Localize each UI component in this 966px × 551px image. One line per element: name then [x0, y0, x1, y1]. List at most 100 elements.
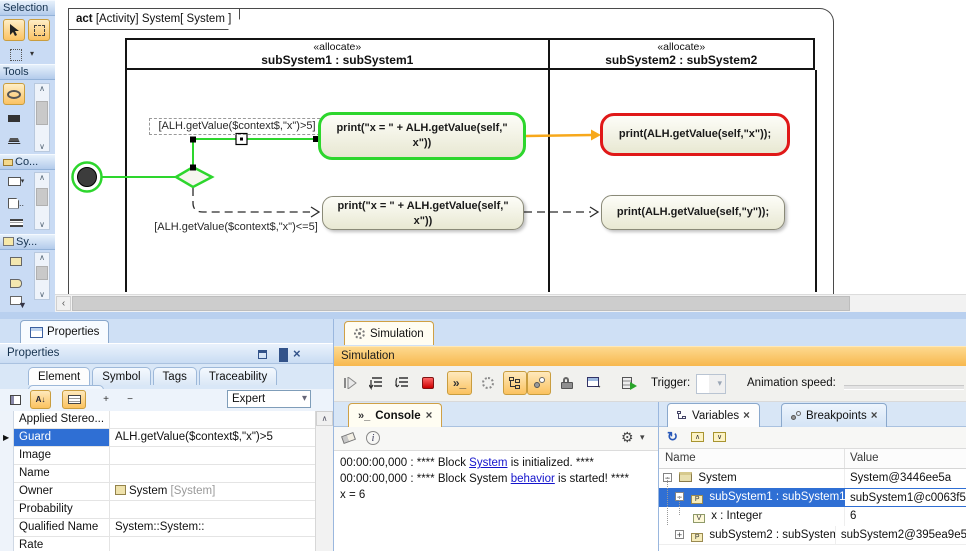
property-row-owner[interactable]: Owner System [System]	[14, 483, 315, 501]
property-row-probability[interactable]: Probability	[14, 501, 315, 519]
stamp-tool-button[interactable]	[3, 107, 25, 129]
action-print-getvalue-x-breakpoint[interactable]: print(ALH.getValue(self,"x"));	[600, 113, 790, 156]
marquee-tool-button[interactable]	[28, 19, 50, 41]
simulation-window-tab[interactable]: Simulation	[344, 321, 434, 345]
variables-pane-button[interactable]	[503, 371, 527, 395]
palette-overflow-button[interactable]: ▼	[18, 300, 27, 310]
text-tool-button[interactable]	[3, 216, 29, 230]
tree-row-system[interactable]: − System System@3446ee5a	[659, 469, 966, 488]
simulation-options-button[interactable]	[476, 371, 499, 395]
edge-decision-to-action2[interactable]	[193, 188, 310, 212]
action-print-x-alt[interactable]: print("x = " + ALH.getValue(self," x"))	[322, 196, 524, 230]
hscroll-thumb[interactable]	[72, 296, 850, 311]
tab-tags[interactable]: Tags	[153, 367, 197, 385]
panel-splitter[interactable]	[0, 312, 966, 319]
group-select-dropdown[interactable]: ▾	[30, 49, 34, 58]
edge-handle[interactable]	[190, 165, 196, 171]
float-icon[interactable]	[258, 350, 267, 359]
sort-alphabetic-button[interactable]: A↓	[30, 390, 51, 409]
tree-row-subsystem2[interactable]: + P subSystem2 : subSystem2 subSystem2@3…	[659, 526, 966, 545]
breakpoints-pane-button[interactable]	[527, 371, 551, 395]
console-link[interactable]: System	[469, 457, 507, 469]
sysml-scroll-thumb[interactable]	[36, 266, 48, 280]
common-scrollbar[interactable]: ∧ ∨	[34, 172, 50, 230]
tools-scrollbar[interactable]: ∧ ∨	[34, 83, 50, 152]
grid-scroll-up[interactable]: ∧	[316, 411, 333, 426]
categorized-view-button[interactable]	[5, 390, 25, 409]
common-scroll-down[interactable]: ∨	[35, 220, 49, 229]
property-row-applied-stereotype[interactable]: Applied Stereo...	[14, 411, 315, 429]
sysml-tool-1-button[interactable]	[3, 252, 29, 270]
initial-node[interactable]	[78, 168, 97, 187]
palette-section-tools[interactable]: Tools	[0, 64, 55, 80]
show-description-button[interactable]	[62, 390, 86, 409]
property-row-guard[interactable]: GuardALH.getValue($context$,"x")>5	[14, 429, 315, 447]
guard-label-bottom[interactable]: [ALH.getValue($context$,"x")<=5]	[149, 221, 323, 233]
export-run-button[interactable]	[617, 371, 641, 395]
tools-scroll-down[interactable]: ∨	[35, 142, 49, 151]
property-row-name[interactable]: Name	[14, 465, 315, 483]
oval-tool-button[interactable]	[3, 83, 25, 105]
pin-icon[interactable]	[279, 348, 288, 362]
terminate-button[interactable]	[417, 372, 439, 394]
diagram-hscrollbar[interactable]: ‹	[55, 294, 966, 312]
edge-handle[interactable]	[190, 137, 196, 143]
expand-expander[interactable]: +	[675, 530, 684, 539]
palette-section-sysml[interactable]: Sy...	[0, 234, 55, 250]
hscroll-left-button[interactable]: ‹	[56, 296, 71, 311]
common-scroll-thumb[interactable]	[36, 188, 48, 206]
common-scroll-up[interactable]: ∧	[35, 173, 49, 182]
console-output[interactable]: 00:00:00,000 : **** Block System is init…	[334, 451, 658, 551]
console-link[interactable]: behavior	[511, 473, 555, 485]
tree-row-subsystem1[interactable]: − P subSystem1 : subSystem1 subSystem1@c…	[659, 488, 966, 507]
properties-mode-select[interactable]: Expert ▾	[227, 390, 311, 408]
sysml-scroll-up[interactable]: ∧	[35, 253, 49, 262]
tree-row-x-integer[interactable]: V x : Integer 6	[659, 507, 966, 526]
console-tab[interactable]: »_ Console ×	[348, 403, 442, 427]
properties-window-tab[interactable]: Properties	[20, 320, 109, 343]
palette-section-common[interactable]: Co...	[0, 154, 55, 170]
grid-scrollbar[interactable]: ∧	[315, 411, 333, 551]
animation-speed-slider[interactable]	[844, 385, 964, 390]
info-icon[interactable]: i	[366, 431, 380, 445]
console-settings-chevron[interactable]: ▾	[640, 432, 645, 443]
pointer-tool-button[interactable]	[3, 19, 25, 41]
lock-ui-button[interactable]	[555, 371, 578, 395]
variables-tab-close-icon[interactable]: ×	[743, 410, 750, 422]
edge-action1-to-action3[interactable]	[526, 135, 592, 136]
layer-tool-button[interactable]	[3, 131, 25, 151]
edge-decision-to-action1[interactable]	[193, 139, 317, 167]
property-row-qualified-name[interactable]: Qualified NameSystem::System::	[14, 519, 315, 537]
close-properties-icon[interactable]: ×	[293, 344, 301, 363]
group-select-button[interactable]	[6, 47, 26, 63]
page-tool-button[interactable]: ..	[3, 194, 29, 212]
sysml-scrollbar[interactable]: ∧ ∨	[34, 252, 50, 300]
tab-element[interactable]: Element	[28, 367, 90, 385]
note-tool-button[interactable]: ▾	[3, 172, 29, 190]
expand-nodes-button[interactable]: +	[96, 390, 116, 409]
diagram-canvas[interactable]: act [Activity] System[ System ] «allocat…	[55, 0, 966, 294]
sysml-scroll-down[interactable]: ∨	[35, 290, 49, 299]
step-over-button[interactable]	[391, 372, 413, 394]
tab-symbol[interactable]: Symbol	[92, 367, 150, 385]
console-toggle-button[interactable]: »_	[447, 371, 472, 395]
action-print-x-active[interactable]: print("x = " + ALH.getValue(self," x"))	[318, 112, 526, 160]
collapse-nodes-button[interactable]: −	[120, 390, 140, 409]
clear-console-icon[interactable]	[341, 432, 356, 444]
tools-scroll-up[interactable]: ∧	[35, 84, 49, 93]
console-settings-gear-icon[interactable]: ⚙	[621, 429, 634, 446]
breakpoints-tab[interactable]: Breakpoints ×	[781, 403, 887, 427]
tools-scroll-thumb[interactable]	[36, 101, 48, 125]
variables-tab[interactable]: Variables ×	[667, 403, 760, 427]
sysml-tool-2-button[interactable]	[3, 274, 29, 292]
collapse-all-icon[interactable]: ∨	[713, 432, 726, 442]
run-button[interactable]	[339, 372, 361, 394]
step-into-button[interactable]	[365, 372, 387, 394]
property-row-image[interactable]: Image	[14, 447, 315, 465]
property-row-rate[interactable]: Rate	[14, 537, 315, 551]
open-in-window-button[interactable]: →	[582, 371, 606, 395]
breakpoints-tab-close-icon[interactable]: ×	[871, 410, 878, 422]
action-print-getvalue-y[interactable]: print(ALH.getValue(self,"y"));	[601, 195, 785, 230]
palette-section-selection[interactable]: Selection	[0, 0, 55, 16]
guard-label-top[interactable]: [ALH.getValue($context$,"x")>5]	[149, 118, 325, 135]
